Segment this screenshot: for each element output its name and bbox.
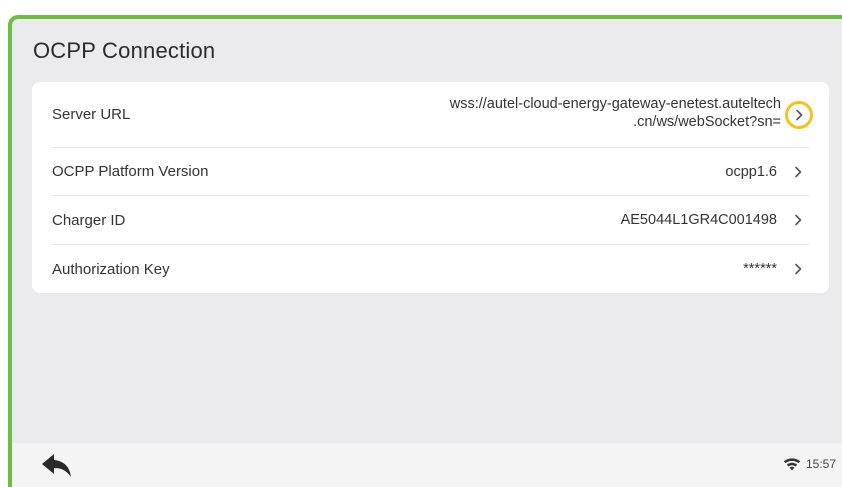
authorization-key-row[interactable]: Authorization Key ****** [52,245,809,293]
reply-arrow-icon [42,454,71,477]
charger-screen: OCPP Connection Server URL wss://autel-c… [8,15,842,487]
wifi-icon [783,458,801,471]
ocpp-version-row[interactable]: OCPP Platform Version ocpp1.6 [52,148,809,196]
ocpp-version-value: ocpp1.6 [725,163,777,180]
charger-id-row[interactable]: Charger ID AE5044L1GR4C001498 [52,196,809,245]
clock-time: 15:57 [805,457,836,471]
server-url-row[interactable]: Server URL wss://autel-cloud-energy-gate… [52,82,813,148]
server-url-value-line2: .cn/ws/webSocket?sn= [633,113,781,130]
authorization-key-label: Authorization Key [52,260,170,278]
server-url-label: Server URL [52,106,131,123]
charger-id-value: AE5044L1GR4C001498 [620,212,777,228]
bottom-bar: 15:57 [12,443,842,487]
chevron-right-icon [787,209,809,231]
page-title: OCPP Connection [33,38,216,63]
status-area: 15:57 [783,457,836,471]
back-button[interactable] [40,451,74,479]
authorization-key-value: ****** [743,261,777,277]
chevron-right-icon [787,161,809,183]
server-url-value: wss://autel-cloud-energy-gateway-enetest… [450,95,781,131]
ocpp-version-label: OCPP Platform Version [52,163,209,180]
app-frame: OCPP Connection Server URL wss://autel-c… [0,0,842,487]
settings-card: Server URL wss://autel-cloud-energy-gate… [32,82,829,293]
chevron-right-icon [787,258,809,280]
server-url-value-line1: wss://autel-cloud-energy-gateway-enetest… [449,95,781,112]
chevron-right-icon[interactable] [785,100,813,129]
charger-id-label: Charger ID [52,211,126,229]
